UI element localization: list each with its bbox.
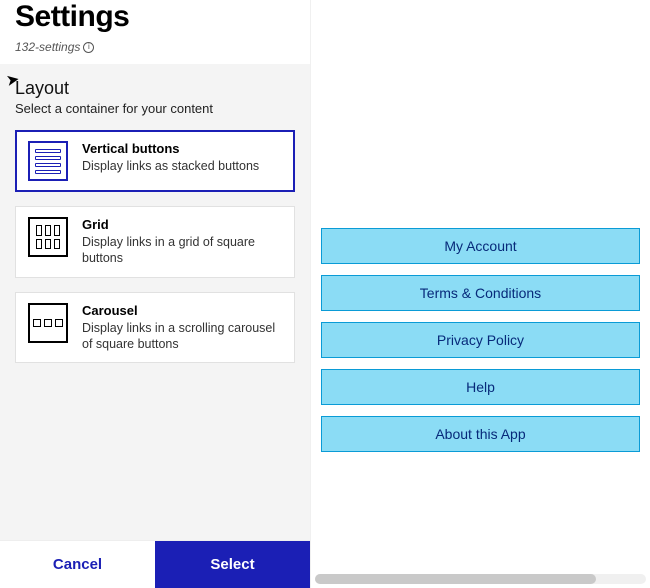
preview-button[interactable]: About this App (321, 416, 640, 452)
preview-stack: My Account Terms & Conditions Privacy Po… (321, 228, 640, 452)
grid-icon (28, 217, 68, 257)
layout-section: Layout Select a container for your conte… (0, 64, 310, 540)
preview-button[interactable]: Terms & Conditions (321, 275, 640, 311)
option-carousel[interactable]: Carousel Display links in a scrolling ca… (15, 292, 295, 364)
page-meta: 132-settings i (15, 40, 295, 54)
horizontal-scrollbar[interactable] (315, 574, 646, 584)
cancel-button[interactable]: Cancel (0, 541, 155, 588)
option-title: Carousel (82, 303, 282, 318)
option-desc: Display links in a scrolling carousel of… (82, 320, 282, 353)
page-title: Settings (15, 0, 295, 34)
option-grid[interactable]: Grid Display links in a grid of square b… (15, 206, 295, 278)
meta-text: 132-settings (15, 40, 80, 54)
info-icon[interactable]: i (83, 42, 94, 53)
select-button[interactable]: Select (155, 541, 310, 588)
option-title: Grid (82, 217, 282, 232)
preview-panel: My Account Terms & Conditions Privacy Po… (310, 0, 650, 588)
carousel-icon (28, 303, 68, 343)
preview-button[interactable]: My Account (321, 228, 640, 264)
option-title: Vertical buttons (82, 141, 259, 156)
section-subtitle: Select a container for your content (15, 101, 295, 116)
preview-button[interactable]: Help (321, 369, 640, 405)
settings-panel: Settings 132-settings i Layout Select a … (0, 0, 310, 588)
section-title: Layout (15, 78, 295, 99)
scrollbar-thumb[interactable] (315, 574, 596, 584)
preview-button[interactable]: Privacy Policy (321, 322, 640, 358)
option-desc: Display links as stacked buttons (82, 158, 259, 174)
footer-actions: Cancel Select (0, 540, 310, 588)
header: Settings 132-settings i (0, 0, 310, 64)
option-vertical-buttons[interactable]: Vertical buttons Display links as stacke… (15, 130, 295, 192)
vertical-buttons-icon (28, 141, 68, 181)
option-desc: Display links in a grid of square button… (82, 234, 282, 267)
